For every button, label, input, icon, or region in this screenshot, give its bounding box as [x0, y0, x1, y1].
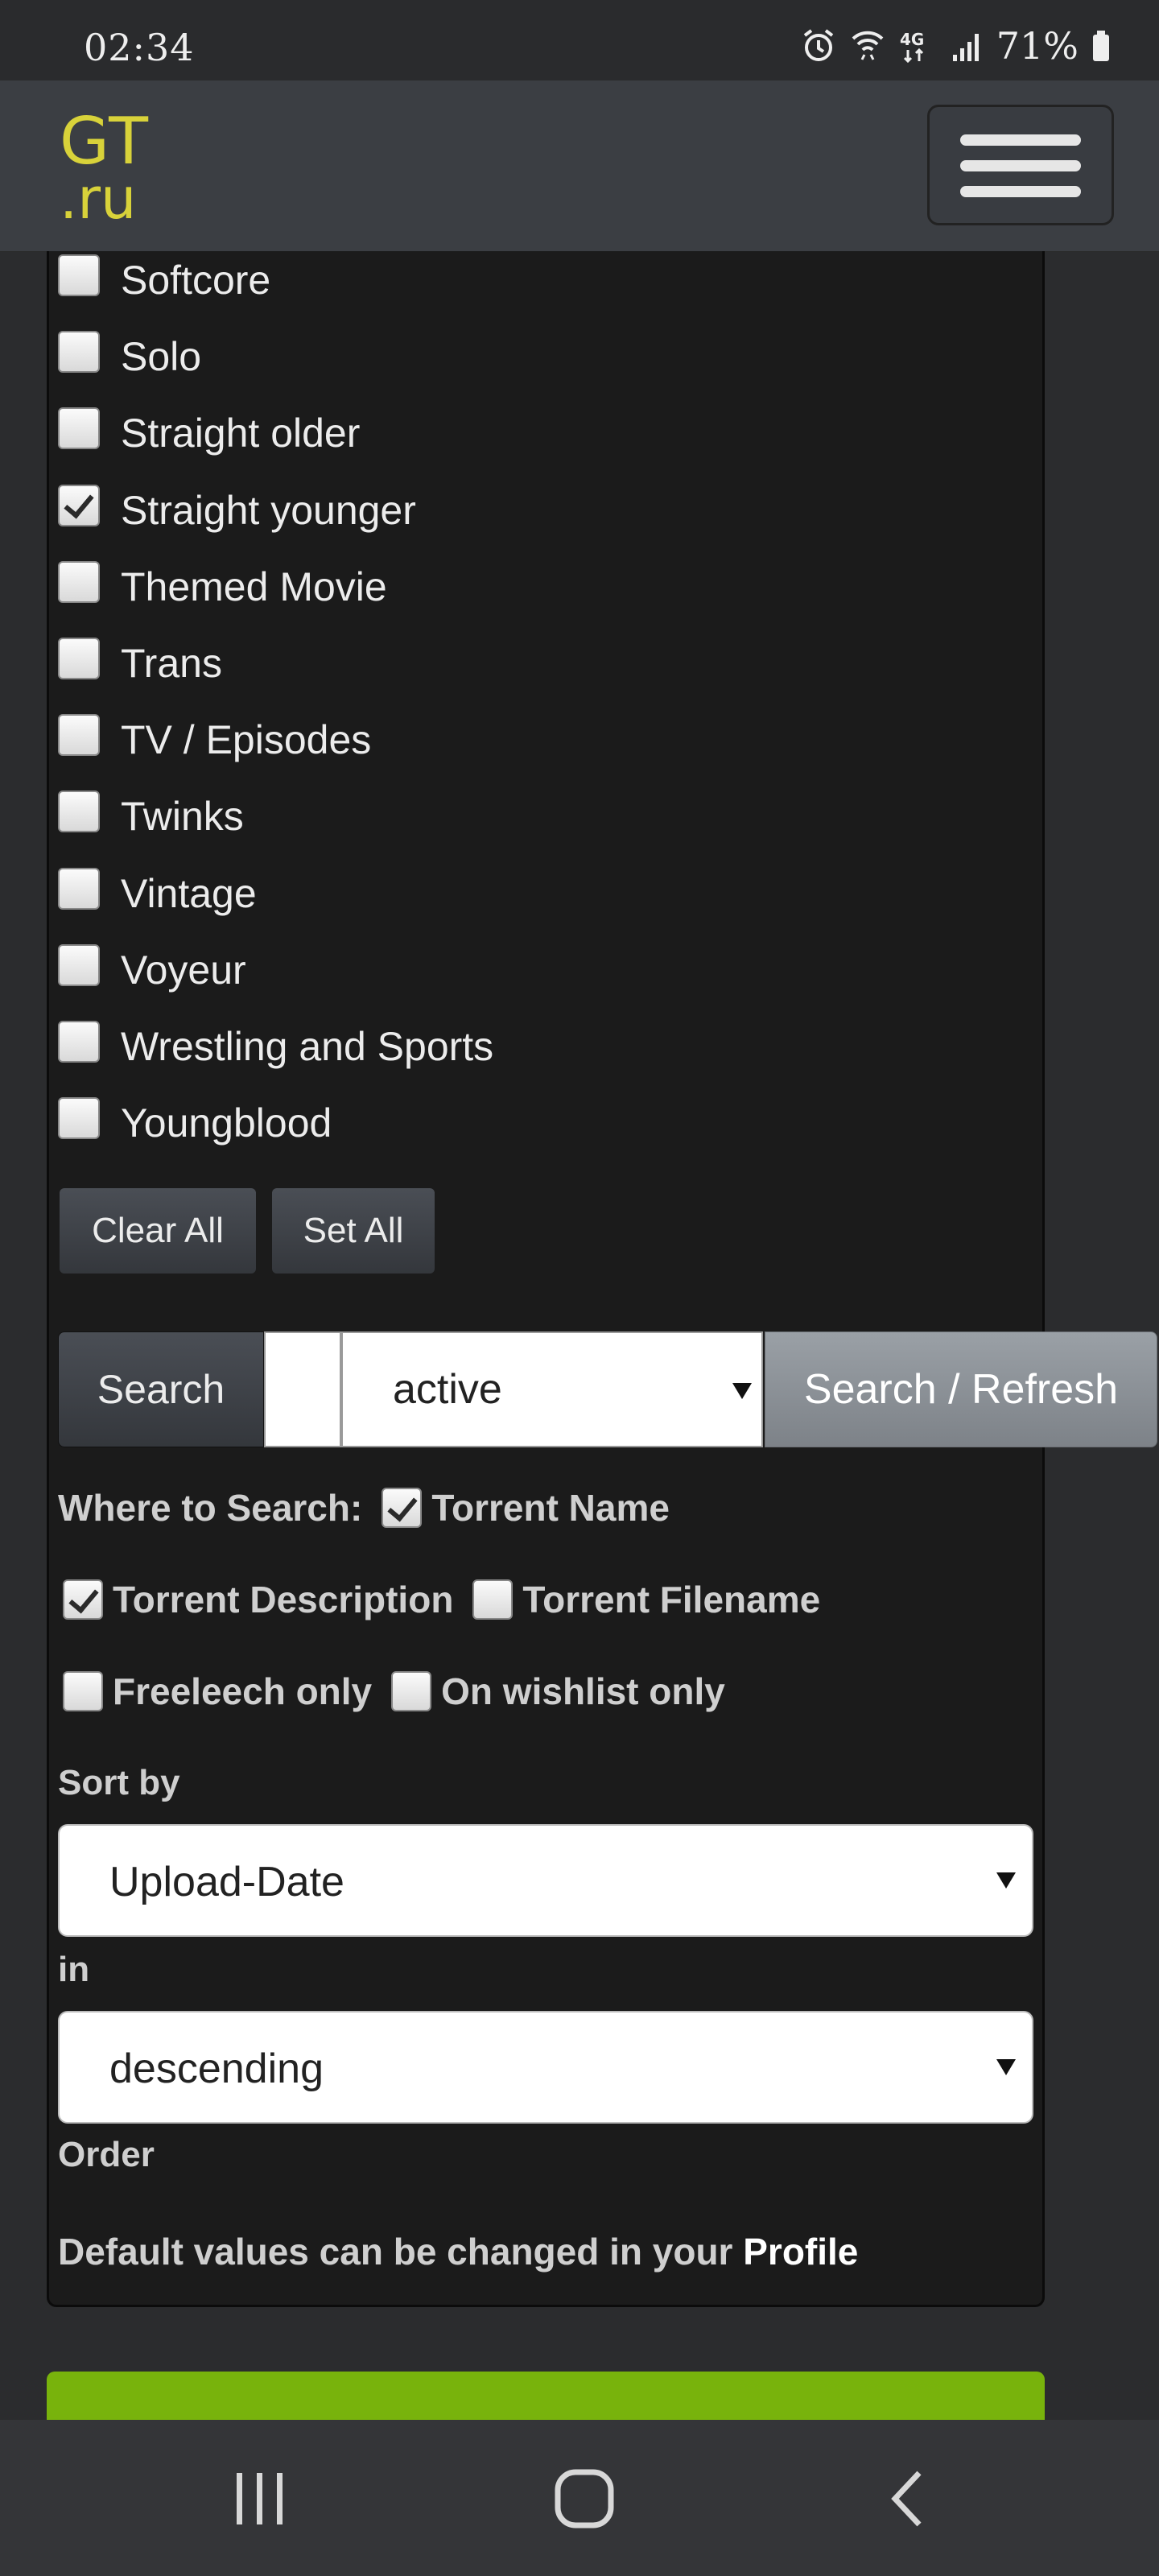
wifi-icon	[850, 27, 885, 64]
back-icon[interactable]	[885, 2468, 930, 2533]
category-label: Voyeur	[121, 947, 246, 993]
category-checkbox[interactable]	[58, 254, 100, 296]
category-checkbox[interactable]	[58, 407, 100, 450]
category-item[interactable]: Voyeur	[58, 933, 246, 997]
category-label: Themed Movie	[121, 564, 387, 609]
in-label: in	[58, 1950, 90, 1989]
category-item[interactable]: Solo	[58, 320, 201, 384]
category-checkbox[interactable]	[58, 791, 100, 833]
where-to-search-row-2: Torrent Description Torrent Filename	[63, 1578, 820, 1621]
site-logo[interactable]: GT .ru	[60, 104, 151, 232]
category-checkbox[interactable]	[58, 638, 100, 679]
category-label: Trans	[121, 641, 222, 686]
on-wishlist-only-label: On wishlist only	[441, 1670, 725, 1712]
status-icons: 4G 71%	[800, 24, 1111, 68]
order-value: descending	[109, 2046, 324, 2092]
order-label: Order	[58, 2135, 155, 2174]
4g-lte-icon: 4G	[898, 27, 938, 64]
category-item[interactable]: Straight younger	[58, 473, 416, 538]
default-values-note: Default values can be changed in your Pr…	[58, 2230, 858, 2273]
search-row: Search active Search / Refresh	[58, 1331, 1157, 1447]
default-values-text: Default values can be changed in your	[58, 2231, 744, 2273]
where-to-search-row-1: Where to Search: Torrent Name	[58, 1486, 670, 1530]
search-button[interactable]: Search	[58, 1331, 264, 1447]
status-select[interactable]: active	[341, 1331, 763, 1447]
battery-icon	[1091, 27, 1111, 64]
alarm-icon	[800, 27, 837, 64]
category-item[interactable]: Vintage	[58, 857, 257, 921]
torrent-name-checkbox[interactable]	[382, 1488, 423, 1528]
category-item[interactable]: Themed Movie	[58, 550, 387, 614]
freeleech-only-checkbox[interactable]	[63, 1671, 103, 1711]
category-label: Straight older	[121, 411, 361, 456]
category-label: Solo	[121, 334, 202, 380]
category-label: TV / Episodes	[121, 717, 372, 763]
category-item[interactable]: Twinks	[58, 779, 244, 844]
category-checkbox[interactable]	[58, 867, 100, 910]
category-checkbox[interactable]	[58, 1021, 100, 1063]
category-item[interactable]: Youngblood	[58, 1086, 332, 1150]
where-to-search-label: Where to Search:	[58, 1487, 363, 1529]
category-checkbox[interactable]	[58, 943, 100, 986]
status-bar: 02:34 4G 71%	[0, 0, 1159, 80]
green-action-bar[interactable]	[47, 2372, 1045, 2420]
category-checkbox[interactable]	[58, 714, 100, 757]
svg-text:4G: 4G	[900, 30, 924, 49]
category-checkbox[interactable]	[58, 560, 100, 603]
category-item[interactable]: Wrestling and Sports	[58, 1009, 493, 1074]
where-to-search-row-3: Freeleech only On wishlist only	[63, 1670, 725, 1713]
logo-line-1: GT	[60, 104, 151, 179]
hamburger-menu-button[interactable]	[927, 105, 1114, 225]
search-refresh-button[interactable]: Search / Refresh	[765, 1331, 1157, 1447]
torrent-description-checkbox[interactable]	[63, 1579, 103, 1620]
recent-apps-icon[interactable]	[233, 2468, 287, 2533]
status-time: 02:34	[84, 26, 195, 69]
set-all-button[interactable]: Set All	[272, 1188, 435, 1274]
sort-by-label: Sort by	[58, 1763, 180, 1802]
category-label: Wrestling and Sports	[121, 1024, 494, 1069]
torrent-filename-label: Torrent Filename	[522, 1579, 821, 1620]
sort-by-select[interactable]: Upload-Date	[58, 1824, 1033, 1937]
profile-link[interactable]: Profile	[743, 2231, 858, 2273]
home-icon[interactable]	[554, 2468, 615, 2533]
chevron-down-icon	[996, 2059, 1016, 2075]
torrent-name-label: Torrent Name	[431, 1487, 670, 1529]
system-nav-bar	[0, 2420, 1159, 2576]
logo-line-2: .ru	[60, 166, 137, 232]
battery-level: 71%	[996, 24, 1079, 68]
category-label: Softcore	[121, 258, 271, 303]
category-label: Vintage	[121, 870, 257, 916]
freeleech-only-label: Freeleech only	[113, 1670, 373, 1712]
chevron-down-icon	[996, 1872, 1016, 1889]
sort-by-value: Upload-Date	[109, 1859, 344, 1905]
category-label: Youngblood	[121, 1100, 332, 1146]
clear-all-button[interactable]: Clear All	[60, 1188, 256, 1274]
category-label: Twinks	[121, 794, 244, 840]
category-label: Straight younger	[121, 487, 416, 533]
order-select[interactable]: descending	[58, 2011, 1033, 2124]
category-item[interactable]: Straight older	[58, 396, 360, 460]
signal-icon	[951, 27, 984, 64]
search-input[interactable]	[264, 1331, 341, 1447]
chevron-down-icon	[732, 1383, 752, 1399]
category-checkbox[interactable]	[58, 1097, 100, 1140]
category-item[interactable]: TV / Episodes	[58, 703, 371, 767]
category-item[interactable]: Trans	[58, 626, 222, 691]
category-checkbox[interactable]	[58, 331, 100, 374]
status-select-value: active	[393, 1366, 502, 1413]
category-item[interactable]: Softcore	[58, 243, 270, 308]
torrent-filename-checkbox[interactable]	[472, 1579, 514, 1620]
category-checkbox[interactable]	[58, 484, 100, 526]
torrent-description-label: Torrent Description	[113, 1579, 454, 1620]
on-wishlist-only-checkbox[interactable]	[391, 1671, 432, 1711]
